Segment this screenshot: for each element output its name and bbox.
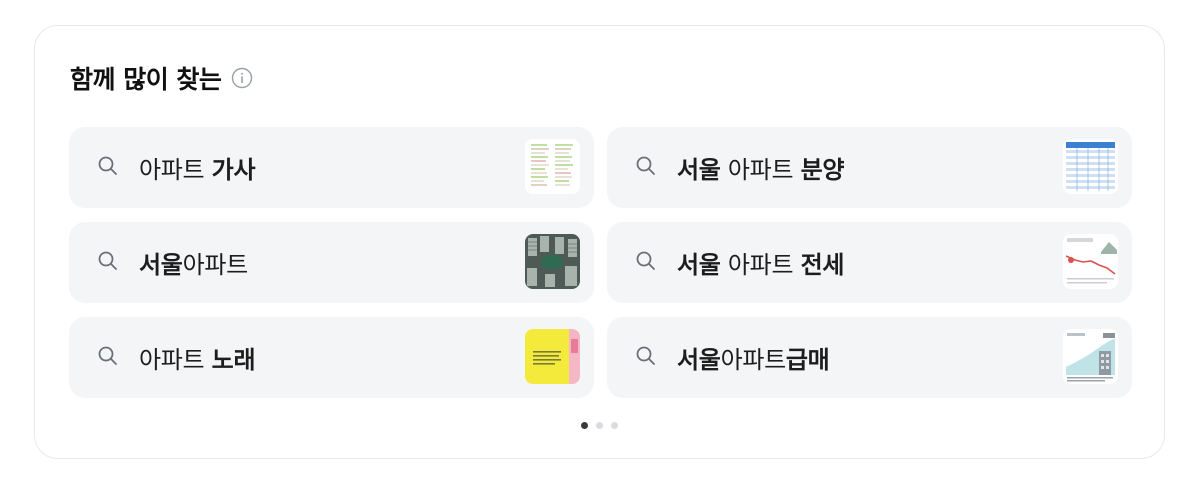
lyrics-document-thumbnail: [525, 139, 580, 194]
pagination-dots: [35, 422, 1164, 429]
search-icon: [635, 250, 657, 276]
label-part: 아파트: [139, 156, 212, 184]
pagination-dot-1[interactable]: [581, 422, 588, 429]
suggestion-item[interactable]: 서울아파트급매: [607, 317, 1132, 398]
suggestion-label: 서울아파트: [139, 245, 248, 280]
pagination-dot-2[interactable]: [596, 422, 603, 429]
search-icon: [97, 250, 119, 276]
label-part-bold: 분양: [800, 156, 845, 184]
search-icon: [635, 345, 657, 371]
area-chart-thumbnail: [1063, 329, 1118, 384]
table-document-thumbnail: [1063, 139, 1118, 194]
label-part: 아파트: [139, 346, 212, 374]
suggestion-item[interactable]: 서울아파트: [69, 222, 594, 303]
label-part-bold: 서울: [677, 251, 721, 279]
suggestion-label: 서울 아파트 전세: [677, 245, 844, 280]
label-part: 아파트: [720, 346, 787, 374]
suggestion-item[interactable]: 아파트 가사: [69, 127, 594, 208]
section-header: 함께 많이 찾는: [70, 60, 253, 96]
related-searches-card: 함께 많이 찾는 아파트 가사 서울 아파트 분양 서울아파트 서울 아파트 전…: [34, 25, 1165, 459]
search-icon: [97, 155, 119, 181]
suggestion-label: 서울 아파트 분양: [677, 150, 844, 185]
search-icon: [635, 155, 657, 181]
price-chart-thumbnail: [1063, 234, 1118, 289]
suggestion-item[interactable]: 서울 아파트 전세: [607, 222, 1132, 303]
yellow-poster-thumbnail: [525, 329, 580, 384]
suggestion-grid: 아파트 가사 서울 아파트 분양 서울아파트 서울 아파트 전세 아파트 노래 …: [69, 127, 1132, 398]
label-part-bold: 서울: [139, 251, 183, 279]
suggestion-label: 아파트 가사: [139, 150, 256, 185]
label-part: 아파트: [182, 251, 249, 279]
label-part: 아파트: [720, 251, 801, 279]
label-part: 아파트: [720, 156, 801, 184]
search-icon: [97, 345, 119, 371]
section-title: 함께 많이 찾는: [70, 65, 222, 94]
label-part-bold: 급매: [785, 346, 830, 374]
label-part-bold: 서울: [677, 156, 721, 184]
suggestion-item[interactable]: 서울 아파트 분양: [607, 127, 1132, 208]
suggestion-label: 아파트 노래: [139, 340, 256, 375]
label-part-bold: 노래: [211, 346, 256, 374]
label-part-bold: 가사: [211, 156, 256, 184]
pagination-dot-3[interactable]: [611, 422, 618, 429]
suggestion-label: 서울아파트급매: [677, 340, 830, 375]
info-circle-icon[interactable]: [231, 67, 253, 89]
label-part-bold: 전세: [800, 251, 845, 279]
label-part-bold: 서울: [677, 346, 721, 374]
suggestion-item[interactable]: 아파트 노래: [69, 317, 594, 398]
apartment-aerial-thumbnail: [525, 234, 580, 289]
